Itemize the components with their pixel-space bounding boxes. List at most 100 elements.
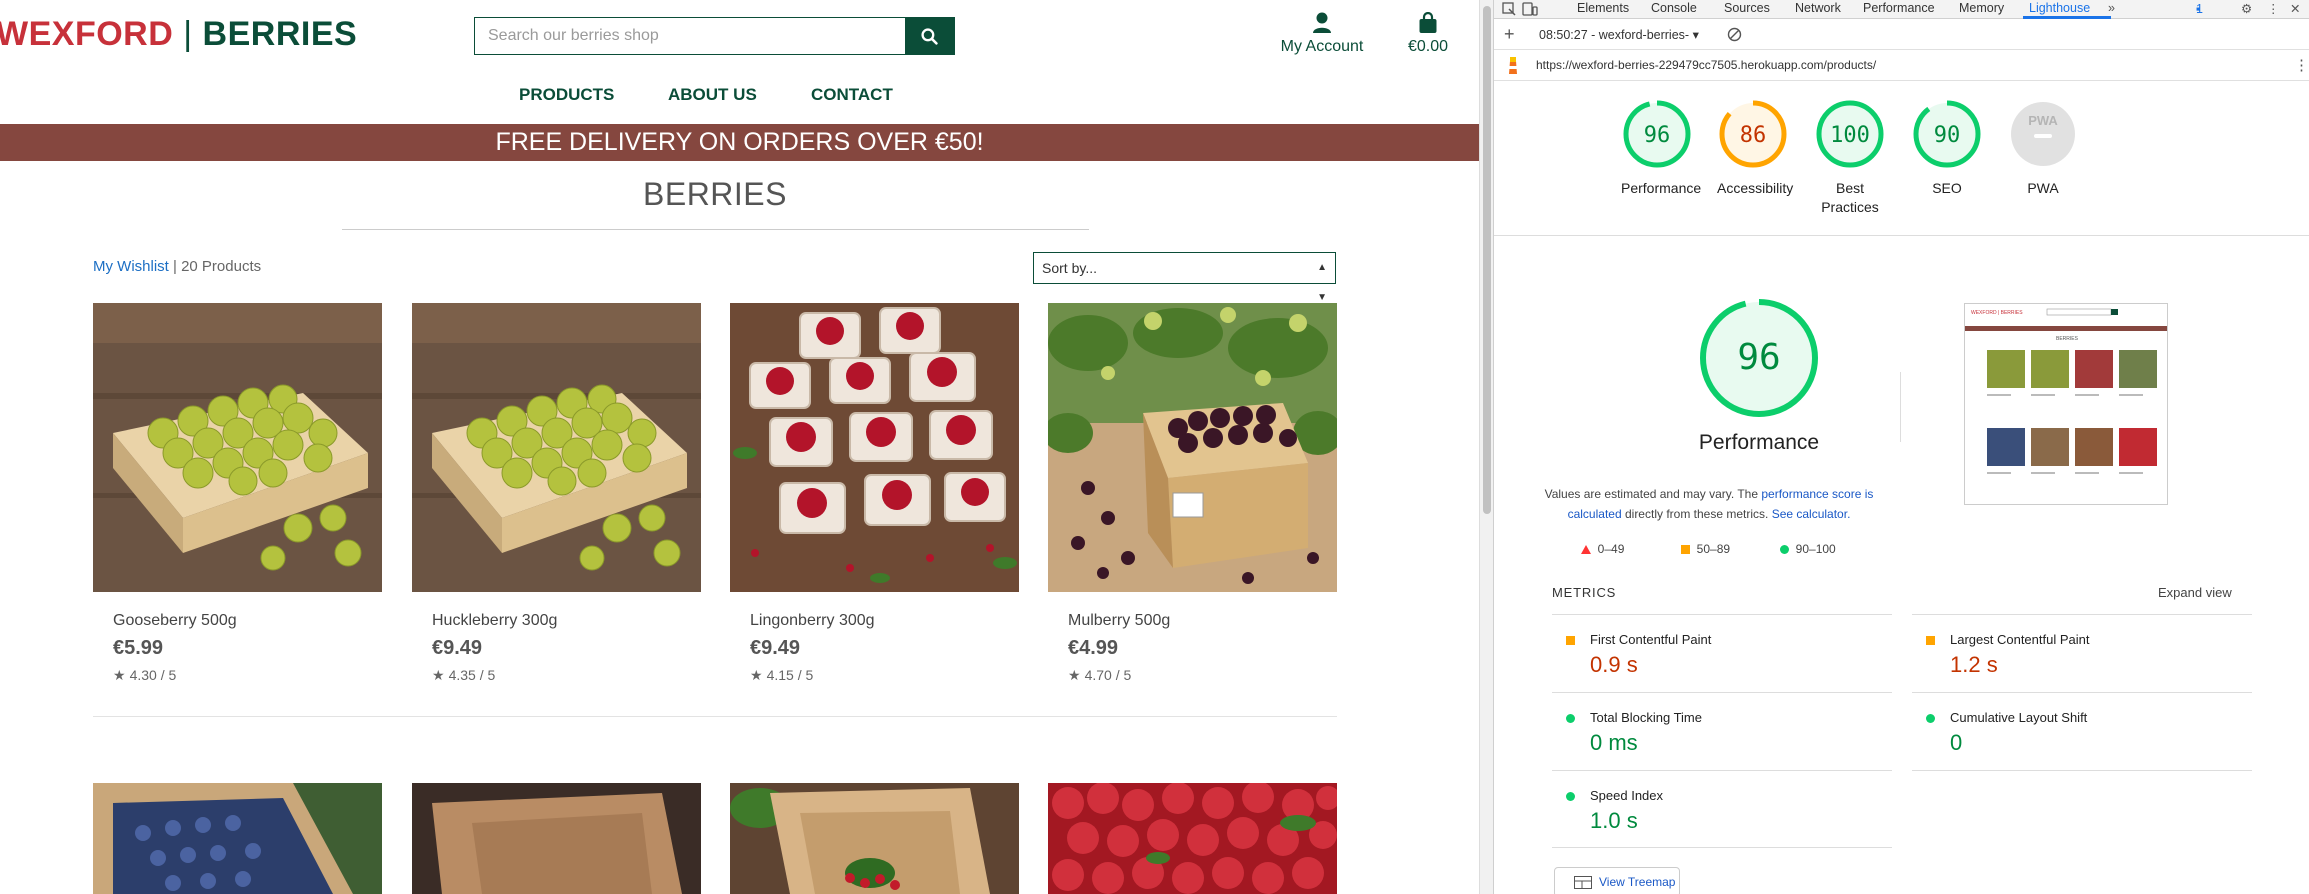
nav-about-us[interactable]: ABOUT US bbox=[668, 85, 757, 105]
product-image-redcurrant[interactable] bbox=[730, 783, 1019, 894]
product-rating: ★ 4.30 / 5 bbox=[113, 667, 176, 684]
tab-performance[interactable]: Performance bbox=[1863, 1, 1935, 15]
shopping-bag-link[interactable]: €0.00 bbox=[1398, 12, 1458, 56]
search-bar bbox=[474, 17, 955, 55]
new-report-plus-icon[interactable]: + bbox=[1504, 24, 1515, 45]
devtools-tabbar: Elements Console Sources Network Perform… bbox=[1494, 0, 2309, 19]
site-logo[interactable]: WEXFORD | BERRIES bbox=[0, 15, 357, 54]
thumb-title: BERRIES bbox=[2056, 336, 2079, 342]
score-label: Best Practices bbox=[1821, 180, 1879, 215]
product-price: €9.49 bbox=[750, 637, 801, 659]
my-account-link[interactable]: My Account bbox=[1277, 12, 1367, 56]
sort-select[interactable]: Sort by... ▲ ▼ bbox=[1033, 252, 1336, 303]
product-name[interactable]: Gooseberry 500g bbox=[113, 612, 237, 630]
score-value: 86 bbox=[1740, 123, 1767, 148]
tab-lighthouse[interactable]: Lighthouse bbox=[2029, 1, 2090, 15]
wishlist-link[interactable]: My Wishlist bbox=[93, 258, 169, 275]
active-tab-underline bbox=[2023, 16, 2111, 19]
tab-elements[interactable]: Elements bbox=[1577, 1, 1629, 15]
fail-triangle-icon bbox=[1581, 545, 1591, 555]
nav-products[interactable]: PRODUCTS bbox=[519, 85, 614, 105]
nav-contact[interactable]: CONTACT bbox=[811, 85, 893, 105]
expand-view-toggle[interactable]: Expand view bbox=[2158, 585, 2232, 600]
logo-text-wexford: WEXFORD bbox=[0, 15, 174, 53]
metric-value: 0.9 s bbox=[1590, 652, 1638, 677]
product-image-blueberry[interactable] bbox=[93, 783, 382, 894]
metric-value: 1.0 s bbox=[1590, 808, 1638, 833]
legend-average-label: 50–89 bbox=[1696, 542, 1731, 556]
performance-big-gauge: 96 bbox=[1700, 299, 1818, 417]
metric-label: Largest Contentful Paint bbox=[1950, 632, 2090, 647]
product-rating: ★ 4.35 / 5 bbox=[432, 667, 495, 684]
product-name[interactable]: Lingonberry 300g bbox=[750, 612, 875, 630]
pwa-badge-icon: PWA bbox=[2011, 102, 2075, 166]
metric-label: First Contentful Paint bbox=[1590, 632, 1712, 647]
audited-url[interactable]: https://wexford-berries-229479cc7505.her… bbox=[1536, 58, 1876, 72]
product-image-gooseberry[interactable] bbox=[93, 303, 382, 592]
score-value: 90 bbox=[1934, 123, 1961, 148]
scrollbar-thumb[interactable] bbox=[1483, 6, 1491, 514]
more-options-icon[interactable]: ⋮ bbox=[2267, 1, 2280, 16]
average-square-icon bbox=[1926, 636, 1935, 645]
score-value: 100 bbox=[1830, 123, 1870, 148]
report-selector[interactable]: 08:50:27 - wexford-berries- ▾ bbox=[1539, 27, 1699, 42]
metric-value: 1.2 s bbox=[1950, 652, 1998, 677]
star-icon: ★ bbox=[750, 667, 763, 683]
page-scrollbar[interactable] bbox=[1479, 0, 1493, 894]
product-name[interactable]: Mulberry 500g bbox=[1068, 612, 1170, 630]
issues-count: 1 bbox=[2196, 2, 2203, 16]
audited-url-bar: https://wexford-berries-229479cc7505.her… bbox=[1494, 51, 2309, 81]
product-card[interactable]: Huckleberry 300g €9.49 ★ 4.35 / 5 bbox=[412, 303, 701, 683]
lighthouse-logo-icon bbox=[1509, 57, 1517, 74]
see-calculator-link[interactable]: See calculator. bbox=[1772, 507, 1851, 521]
final-screenshot-thumbnail[interactable]: WEXFORD | BERRIES BERRIES bbox=[1964, 303, 2168, 505]
legend-fail-label: 0–49 bbox=[1597, 542, 1625, 556]
tab-memory[interactable]: Memory bbox=[1959, 1, 2004, 15]
score-gauge-best-practices[interactable]: 100 Best Practices bbox=[1814, 98, 1886, 217]
product-card[interactable]: Lingonberry 300g €9.49 ★ 4.15 / 5 bbox=[730, 303, 1019, 683]
performance-big-score: 96 bbox=[1737, 337, 1780, 378]
product-name[interactable]: Huckleberry 300g bbox=[432, 612, 557, 630]
metrics-grid-divider bbox=[1912, 770, 2252, 771]
score-gauge-seo[interactable]: 90 SEO bbox=[1911, 98, 1983, 198]
product-image-raspberry[interactable] bbox=[1048, 783, 1337, 894]
search-button[interactable] bbox=[905, 18, 954, 54]
more-tabs-icon[interactable]: » bbox=[2108, 1, 2115, 15]
legend-fail: 0–49 bbox=[1581, 542, 1624, 556]
view-treemap-label: View Treemap bbox=[1599, 875, 1676, 889]
score-label: Accessibility bbox=[1717, 180, 1794, 196]
score-gauge-performance[interactable]: 96 Performance bbox=[1621, 98, 1701, 198]
url-menu-icon[interactable]: ⋮ bbox=[2294, 56, 2309, 74]
inspect-element-icon[interactable] bbox=[1502, 2, 1516, 16]
legend-pass-label: 90–100 bbox=[1795, 542, 1836, 556]
product-image-lingonberry[interactable] bbox=[730, 303, 1019, 592]
settings-gear-icon[interactable]: ⚙ bbox=[2241, 1, 2252, 16]
product-price: €4.99 bbox=[1068, 637, 1119, 659]
product-card[interactable]: Mulberry 500g €4.99 ★ 4.70 / 5 bbox=[1048, 303, 1337, 683]
metric-first-contentful-paint: First Contentful Paint 0.9 s bbox=[1552, 614, 1892, 692]
device-toolbar-icon[interactable] bbox=[1522, 2, 1538, 16]
search-icon bbox=[921, 27, 938, 45]
score-gauge-accessibility[interactable]: 86 Accessibility bbox=[1717, 98, 1794, 198]
close-devtools-icon[interactable]: ✕ bbox=[2290, 1, 2300, 16]
dropdown-caret-icon: ▾ bbox=[1692, 28, 1699, 42]
product-image-mulberry[interactable] bbox=[1048, 303, 1337, 592]
metric-cumulative-layout-shift: Cumulative Layout Shift 0 bbox=[1912, 692, 2252, 770]
metric-label: Cumulative Layout Shift bbox=[1950, 710, 2088, 725]
tab-network[interactable]: Network bbox=[1795, 1, 1841, 15]
metric-label: Total Blocking Time bbox=[1590, 710, 1702, 725]
product-image-box[interactable] bbox=[412, 783, 701, 894]
score-gauge-pwa[interactable]: PWA PWA bbox=[2007, 98, 2079, 198]
search-input[interactable] bbox=[475, 18, 905, 54]
performance-description: Values are estimated and may vary. The p… bbox=[1544, 484, 1874, 525]
score-label: PWA bbox=[2027, 180, 2059, 196]
product-card[interactable]: Gooseberry 500g €5.99 ★ 4.30 / 5 bbox=[93, 303, 382, 683]
clear-all-icon[interactable] bbox=[1727, 27, 1742, 42]
tab-console[interactable]: Console bbox=[1651, 1, 1697, 15]
product-count: | 20 Products bbox=[173, 258, 262, 275]
product-image-huckleberry[interactable] bbox=[412, 303, 701, 592]
view-treemap-button[interactable]: View Treemap bbox=[1554, 867, 1680, 894]
rating-value: 4.15 / 5 bbox=[766, 667, 814, 683]
tab-sources[interactable]: Sources bbox=[1724, 1, 1770, 15]
rating-value: 4.70 / 5 bbox=[1084, 667, 1132, 683]
